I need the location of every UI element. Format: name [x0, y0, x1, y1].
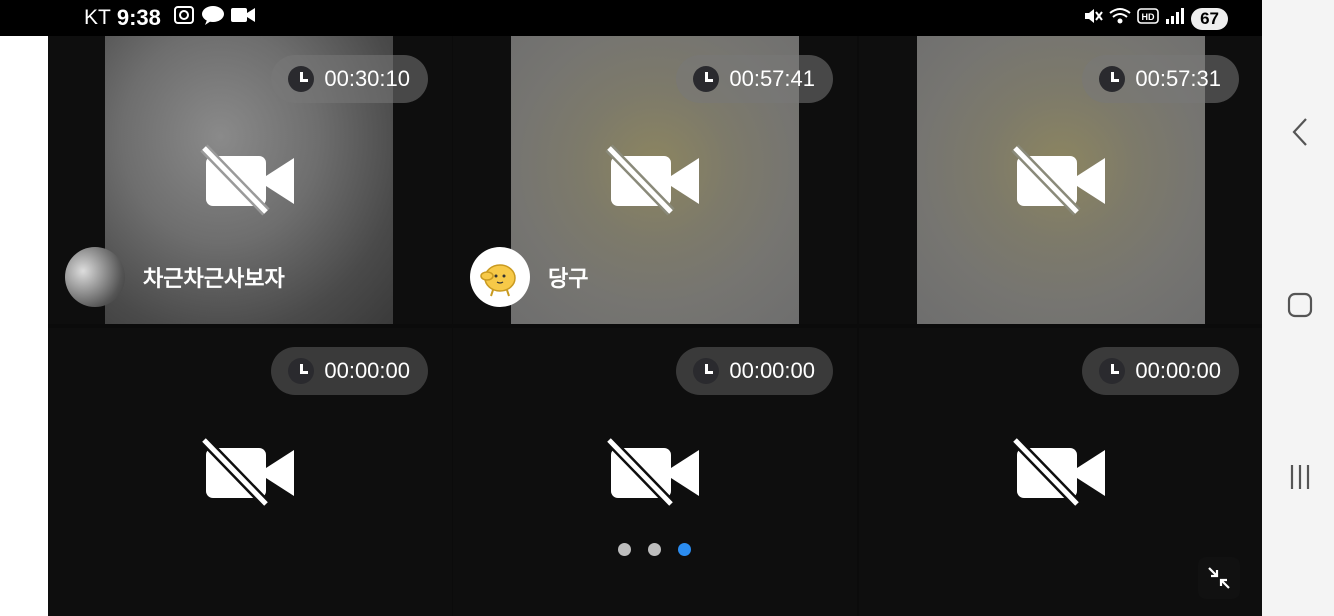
participant-name: 당구 [548, 266, 589, 291]
minimize-button[interactable] [1198, 557, 1240, 599]
timer-text: 00:57:31 [1135, 66, 1221, 91]
participant-tile[interactable]: 00:30:10 차근차근사보자 [48, 36, 452, 324]
participant-tile[interactable]: 00:00:00 [48, 328, 452, 616]
avatar [65, 247, 125, 307]
minimize-icon [1208, 567, 1230, 589]
clock-icon [693, 66, 720, 92]
wifi-icon [1109, 7, 1131, 30]
clock-icon [288, 358, 315, 384]
clock-time: 9:38 [116, 5, 161, 30]
talk-icon [201, 5, 225, 31]
timer-text: 00:00:00 [324, 358, 410, 383]
home-icon[interactable] [1286, 288, 1314, 322]
call-timer: 00:30:10 [271, 55, 428, 103]
timer-text: 00:30:10 [324, 66, 410, 91]
recents-icon[interactable] [1286, 460, 1314, 494]
participant-tile[interactable]: 00:57:41 당구 [453, 36, 857, 324]
camera-off-icon [1011, 436, 1105, 508]
mute-icon [1083, 6, 1103, 31]
video-grid: 00:30:10 차근차근사보자 00:57:41 당구 00:57:31 00… [48, 36, 1263, 616]
call-timer: 00:00:00 [1082, 347, 1239, 395]
page-dot[interactable] [618, 543, 631, 556]
battery-level: 67 [1191, 7, 1228, 30]
call-timer: 00:57:41 [676, 55, 833, 103]
timer-text: 00:00:00 [729, 358, 815, 383]
participant-info: 당구 [470, 247, 588, 307]
navigation-bar [1262, 0, 1334, 616]
camera-off-icon [200, 436, 294, 508]
page-dot[interactable] [648, 543, 661, 556]
status-bar: KT 9:38 HD 67 [0, 0, 1262, 36]
svg-text:HD: HD [1142, 12, 1155, 22]
camera-off-icon [605, 436, 699, 508]
camera-off-icon [1011, 144, 1105, 216]
camera-off-icon [200, 144, 294, 216]
call-timer: 00:57:31 [1082, 55, 1239, 103]
participant-tile[interactable]: 00:00:00 [453, 328, 857, 616]
timer-text: 00:00:00 [1135, 358, 1221, 383]
hd-icon: HD [1137, 7, 1159, 30]
page-indicator [618, 543, 691, 556]
camera-off-icon [605, 144, 699, 216]
back-icon[interactable] [1286, 115, 1314, 149]
signal-icon [1165, 7, 1185, 30]
clock-icon [1099, 358, 1126, 384]
participant-name: 차근차근사보자 [143, 266, 285, 291]
clock-icon [693, 358, 720, 384]
carrier-label: KT [84, 6, 111, 29]
participant-info: 차근차근사보자 [65, 247, 285, 307]
participant-tile[interactable]: 00:57:31 [859, 36, 1263, 324]
avatar [470, 247, 530, 307]
clock-icon [288, 66, 315, 92]
page-dot-active[interactable] [678, 543, 691, 556]
timer-text: 00:57:41 [729, 66, 815, 91]
left-gutter [0, 36, 48, 616]
call-timer: 00:00:00 [676, 347, 833, 395]
call-timer: 00:00:00 [271, 347, 428, 395]
video-icon [230, 6, 255, 30]
screenshot-icon [173, 5, 195, 31]
clock-icon [1099, 66, 1126, 92]
